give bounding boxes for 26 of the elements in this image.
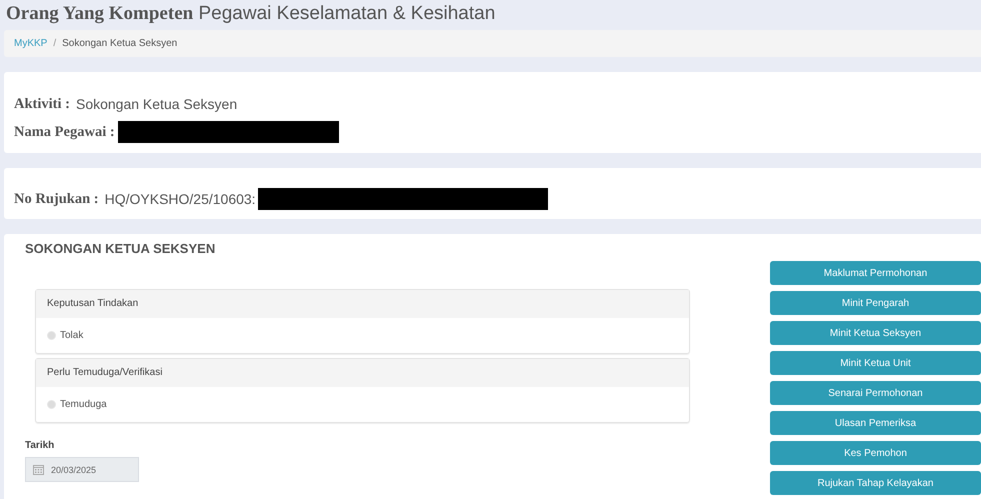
date-label: Tarikh xyxy=(25,440,56,451)
nav-button[interactable]: Rujukan Tahap Kelayakan xyxy=(770,471,981,495)
radio-label: Temuduga xyxy=(60,399,107,410)
breadcrumb-separator: / xyxy=(53,38,56,49)
nav-button[interactable]: Maklumat Permohonan xyxy=(770,261,981,285)
field-value: HQ/OYKSHO/25/10603: xyxy=(104,191,256,207)
section-title: SOKONGAN KETUA SEKSYEN xyxy=(25,241,216,256)
radio-label: Tolak xyxy=(60,330,84,341)
nav-button[interactable]: Ulasan Pemeriksa xyxy=(770,411,981,435)
nav-button[interactable]: Kes Pemohon xyxy=(770,441,981,465)
nav-button[interactable]: Minit Ketua Unit xyxy=(770,351,981,375)
breadcrumb-current: Sokongan Ketua Seksyen xyxy=(62,38,178,49)
nav-button[interactable]: Minit Pengarah xyxy=(770,291,981,315)
field-value: Sokongan Ketua Seksyen xyxy=(76,96,238,112)
nav-button[interactable]: Minit Ketua Seksyen xyxy=(770,321,981,345)
nav-button[interactable]: Senarai Permohonan xyxy=(770,381,981,405)
panel-heading: Keputusan Tindakan xyxy=(36,290,689,318)
field-label: Aktiviti : xyxy=(14,96,70,112)
field-label: Nama Pegawai : xyxy=(14,124,115,140)
radio-button[interactable] xyxy=(47,331,56,340)
breadcrumb-link[interactable]: MyKKP xyxy=(14,38,48,49)
page-title: Orang Yang Kompeten Pegawai Keselamatan & Kesihatan xyxy=(5,2,496,26)
panel-heading: Perlu Temuduga/Verifikasi xyxy=(36,359,689,387)
calendar-icon xyxy=(33,464,44,475)
radio-button[interactable] xyxy=(47,400,56,409)
field-label: No Rujukan : xyxy=(14,190,99,208)
